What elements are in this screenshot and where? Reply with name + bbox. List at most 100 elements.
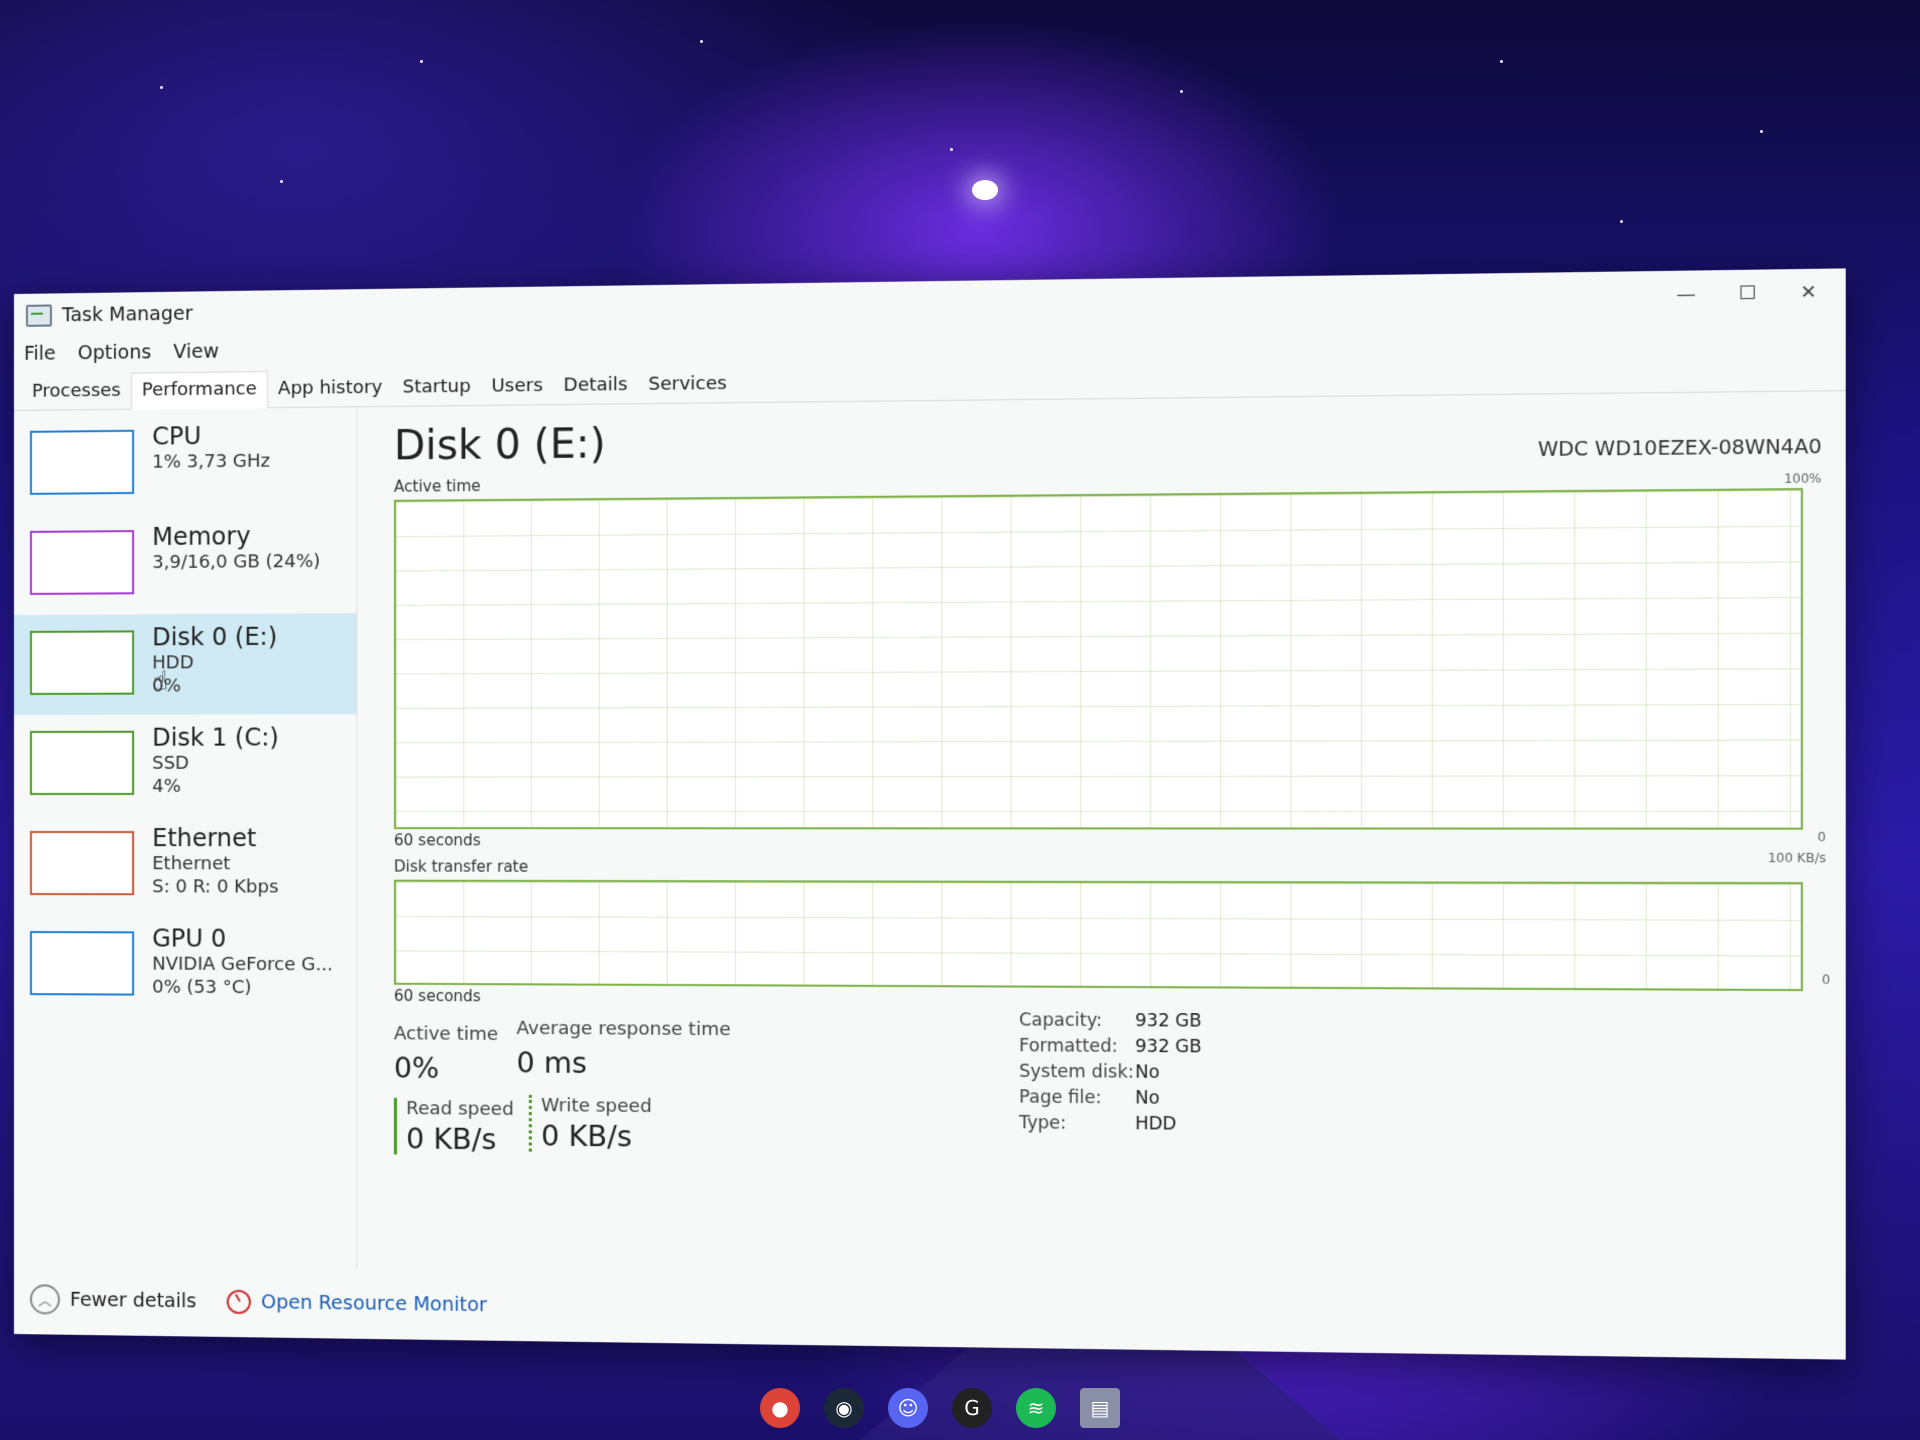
resource-monitor-icon <box>226 1289 251 1315</box>
star <box>1500 60 1503 63</box>
sidebar-item-memory[interactable]: Memory 3,9/16,0 GB (24%) <box>14 512 356 615</box>
write-speed-label: Write speed <box>541 1094 652 1118</box>
sidebar-item-ethernet[interactable]: Ethernet Ethernet S: 0 R: 0 Kbps <box>14 815 356 916</box>
chevron-up-icon: ︿ <box>29 1284 60 1315</box>
chrome-icon[interactable]: ● <box>760 1388 800 1428</box>
sidebar-item-disk-0[interactable]: Disk 0 (E:) HDD 0% ☝ <box>14 613 357 715</box>
resource-sidebar: CPU 1% 3,73 GHz Memory 3,9/16,0 GB (24%)… <box>14 407 358 1269</box>
close-button[interactable]: ✕ <box>1778 268 1839 315</box>
memory-mini-graph <box>29 530 135 595</box>
sidebar-item-title: CPU <box>152 422 202 451</box>
sidebar-item-detail: 1% 3,73 GHz <box>152 450 271 473</box>
read-speed-value: 0 KB/s <box>406 1122 497 1157</box>
fewer-details-label: Fewer details <box>69 1288 197 1313</box>
sidebar-item-usage: 4% <box>152 775 181 797</box>
star <box>280 180 283 183</box>
disk-1-mini-graph <box>29 730 135 795</box>
sidebar-item-title: Disk 1 (C:) <box>152 723 279 752</box>
property-value: No <box>1135 1088 1160 1109</box>
gpu-mini-graph <box>29 931 135 996</box>
property-row: Formatted: 932 GB <box>1019 1036 1202 1063</box>
tab-details[interactable]: Details <box>553 368 638 405</box>
menu-view[interactable]: View <box>173 340 218 363</box>
sidebar-item-title: Disk 0 (E:) <box>152 622 278 652</box>
cpu-mini-graph <box>29 429 135 495</box>
property-key: Capacity: <box>1019 1010 1103 1032</box>
active-time-max: 100% <box>1783 471 1822 487</box>
sidebar-item-detail: 3,9/16,0 GB (24%) <box>152 550 321 574</box>
disk-detail-panel: Disk 0 (E:) WDC WD10EZEX-08WN4A0 Active … <box>357 391 1845 1286</box>
transfer-rate-graph <box>393 879 1803 992</box>
avg-response-stat-label: Average response time <box>516 1017 731 1041</box>
tab-performance[interactable]: Performance <box>130 370 268 410</box>
sidebar-item-title: Ethernet <box>152 824 257 853</box>
star <box>1620 220 1623 223</box>
sidebar-item-adapter: Ethernet <box>152 853 231 875</box>
menu-file[interactable]: File <box>24 342 56 364</box>
property-value: HDD <box>1135 1113 1177 1135</box>
hand-cursor-icon: ☝ <box>152 666 169 697</box>
performance-content: CPU 1% 3,73 GHz Memory 3,9/16,0 GB (24%)… <box>14 391 1846 1286</box>
maximize-button[interactable]: ☐ <box>1717 269 1778 316</box>
disk-0-mini-graph <box>29 630 135 695</box>
ethernet-mini-graph <box>29 831 135 896</box>
tab-app-history[interactable]: App history <box>268 371 393 408</box>
property-row: Type: HDD <box>1019 1113 1202 1140</box>
tab-startup[interactable]: Startup <box>393 369 482 405</box>
property-value: 932 GB <box>1135 1036 1202 1058</box>
task-manager-icon <box>25 304 52 327</box>
sidebar-item-model: NVIDIA GeForce G... <box>152 953 333 976</box>
sidebar-item-usage: 0% (53 °C) <box>152 976 252 998</box>
active-time-graph <box>393 488 1803 830</box>
read-speed-indicator <box>393 1097 397 1155</box>
sidebar-item-gpu-0[interactable]: GPU 0 NVIDIA GeForce G... 0% (53 °C) <box>14 915 356 1017</box>
transfer-rate-max: 100 KB/s <box>1767 850 1826 866</box>
property-key: Type: <box>1019 1112 1067 1134</box>
property-key: System disk: <box>1019 1061 1134 1083</box>
active-time-min: 0 <box>1817 829 1826 845</box>
task-manager-window: Task Manager — ☐ ✕ File Options View Pro… <box>14 268 1846 1360</box>
active-time-graph-label: Active time <box>393 476 481 496</box>
tab-users[interactable]: Users <box>481 369 553 405</box>
window-title: Task Manager <box>61 302 193 327</box>
sidebar-item-cpu[interactable]: CPU 1% 3,73 GHz <box>14 411 356 515</box>
window-controls: — ☐ ✕ <box>1656 268 1840 317</box>
star <box>950 148 953 151</box>
active-time-stat-label: Active time <box>393 1023 499 1045</box>
fewer-details-button[interactable]: ︿ Fewer details <box>29 1284 197 1316</box>
task-manager-icon[interactable]: ▤ <box>1080 1388 1120 1428</box>
property-row: Capacity: 932 GB <box>1019 1010 1202 1037</box>
transfer-rate-min: 0 <box>1821 972 1831 988</box>
property-row: System disk: No <box>1019 1062 1202 1089</box>
property-value: 932 GB <box>1135 1010 1202 1032</box>
menu-options[interactable]: Options <box>78 341 152 364</box>
spotify-icon[interactable]: ≋ <box>1016 1388 1056 1428</box>
star <box>700 40 703 43</box>
open-resource-monitor-label: Open Resource Monitor <box>260 1291 487 1317</box>
sidebar-item-title: Memory <box>152 522 251 552</box>
sidebar-item-type: SSD <box>152 752 190 774</box>
star <box>420 60 423 63</box>
transfer-rate-seconds-label: 60 seconds <box>393 986 481 1006</box>
discord-icon[interactable]: ☺ <box>888 1388 928 1428</box>
sidebar-item-title: GPU 0 <box>152 924 227 953</box>
tab-processes[interactable]: Processes <box>22 374 131 410</box>
star <box>160 86 163 89</box>
active-time-stat-value: 0% <box>393 1051 440 1086</box>
sidebar-item-disk-1[interactable]: Disk 1 (C:) SSD 4% <box>14 714 356 815</box>
disk-model: WDC WD10EZEX-08WN4A0 <box>1537 435 1822 462</box>
steam-icon[interactable]: ◉ <box>824 1388 864 1428</box>
tab-services[interactable]: Services <box>638 366 737 403</box>
logitech-icon[interactable]: G <box>952 1388 992 1428</box>
disk-stats: Active time 0% Average response time 0 m… <box>393 1013 973 1180</box>
write-speed-indicator <box>528 1094 532 1152</box>
property-key: Page file: <box>1019 1087 1102 1109</box>
minimize-button[interactable]: — <box>1656 270 1717 317</box>
sidebar-item-usage: 0% <box>152 674 181 697</box>
open-resource-monitor-link[interactable]: Open Resource Monitor <box>226 1289 487 1318</box>
moon <box>972 180 998 200</box>
sidebar-item-throughput: S: 0 R: 0 Kbps <box>152 875 279 898</box>
avg-response-stat-value: 0 ms <box>516 1046 587 1081</box>
taskbar: ● ◉ ☺ G ≋ ▤ <box>760 1388 1144 1428</box>
property-row: Page file: No <box>1019 1087 1202 1114</box>
